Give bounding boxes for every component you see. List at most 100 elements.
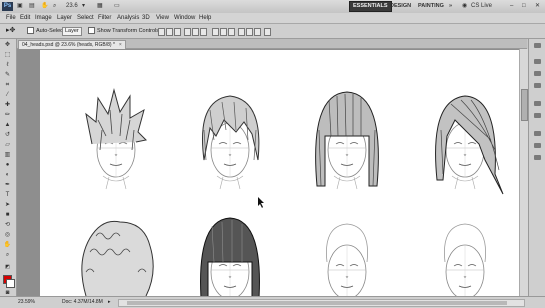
transform-controls-checkbox[interactable] [88, 27, 95, 35]
close-document-icon[interactable]: × [119, 42, 122, 48]
view-extras-icon[interactable]: ▾ [82, 2, 85, 11]
menu-analysis[interactable]: Analysis [117, 14, 139, 22]
sketch-dark-bangs-hair [200, 217, 260, 296]
auto-select-dropdown[interactable]: Layer [62, 27, 82, 36]
channels-panel-icon[interactable] [534, 143, 541, 148]
align-left-icon[interactable] [184, 28, 191, 36]
path-select-icon[interactable]: ➤ [3, 202, 12, 208]
3d-rotate-icon[interactable]: ⟲ [3, 222, 12, 228]
paths-panel-icon[interactable] [534, 155, 541, 160]
more-workspaces-button[interactable]: » [446, 2, 455, 11]
layers-panel-icon[interactable] [534, 131, 541, 136]
auto-select-checkbox[interactable] [27, 27, 34, 35]
horizontal-scroll-thumb[interactable] [127, 301, 507, 305]
panel-dock [528, 39, 545, 296]
gradient-icon[interactable]: ▥ [3, 152, 12, 158]
brush-icon[interactable]: ✏ [3, 112, 12, 118]
move-tool-preset-icon[interactable]: ▸✥ [6, 27, 15, 35]
distribute-top-icon[interactable] [212, 28, 219, 36]
menu-bar: File Edit Image Layer Select Filter Anal… [0, 13, 545, 24]
healing-icon[interactable]: ✚ [3, 102, 12, 108]
align-bottom-icon[interactable] [174, 28, 181, 36]
menu-window[interactable]: Window [174, 14, 195, 22]
swatches-panel-icon[interactable] [534, 71, 541, 76]
document-tab-bar: 04_heads.psd @ 23.6% (heads, RGB/8) * × [17, 39, 527, 49]
arrange-documents-icon[interactable]: ▦ [97, 2, 103, 11]
lasso-icon[interactable]: ℓ [3, 62, 12, 68]
adjustments-panel-icon[interactable] [534, 101, 541, 106]
maximize-icon[interactable]: □ [522, 2, 526, 11]
align-top-icon[interactable] [158, 28, 165, 36]
history-brush-icon[interactable]: ↺ [3, 132, 12, 138]
move-icon[interactable]: ✥ [3, 42, 12, 48]
screen-mode-icon[interactable]: ▭ [114, 2, 120, 11]
background-color-swatch[interactable] [6, 279, 15, 288]
transform-controls-option[interactable]: Show Transform Controls [88, 27, 159, 35]
type-icon[interactable]: T [3, 192, 12, 198]
close-icon[interactable]: ✕ [535, 2, 540, 11]
masks-panel-icon[interactable] [534, 113, 541, 118]
blur-icon[interactable]: ● [3, 162, 12, 168]
align-right-icon[interactable] [200, 28, 207, 36]
cs-live-button[interactable]: CS Live [471, 2, 492, 11]
application-bar: Ps ▣ ▤ ✋ ⌕ 23.6 ▾ ▦ ▭ ESSENTIALS DESIGN … [0, 0, 545, 14]
sketch-guide-head-1 [326, 223, 368, 296]
auto-select-option[interactable]: Auto-Select: [27, 27, 66, 35]
distribute-left-icon[interactable] [238, 28, 245, 36]
menu-help[interactable]: Help [199, 14, 211, 22]
panel-collapse-icon[interactable] [534, 43, 541, 48]
menu-image[interactable]: Image [35, 14, 52, 22]
distribute-vcenter-icon[interactable] [220, 28, 227, 36]
eraser-icon[interactable]: ▱ [3, 142, 12, 148]
crop-icon[interactable]: ⌗ [3, 82, 12, 88]
menu-file[interactable]: File [6, 14, 16, 22]
menu-layer[interactable]: Layer [57, 14, 72, 22]
document-tab[interactable]: 04_heads.psd @ 23.6% (heads, RGB/8) * × [18, 40, 126, 49]
workspace-design-button[interactable]: DESIGN [387, 2, 414, 11]
align-hcenter-icon[interactable] [192, 28, 199, 36]
zoom-level[interactable]: 23.6 [66, 2, 78, 11]
status-menu-icon[interactable]: ▸ [108, 298, 111, 307]
default-colors-icon[interactable]: ◩ [3, 264, 12, 270]
zoom-percentage[interactable]: 23.59% [18, 298, 35, 307]
marquee-icon[interactable]: ⬚ [3, 52, 12, 58]
document-canvas[interactable] [40, 50, 519, 296]
hand-tool-icon[interactable]: ✋ [41, 2, 48, 11]
quick-select-icon[interactable]: ✎ [3, 72, 12, 78]
3d-orbit-icon[interactable]: ◎ [3, 232, 12, 238]
distribute-right-icon[interactable] [254, 28, 261, 36]
bridge-icon[interactable]: ▣ [17, 2, 23, 11]
options-bar: ▸✥ Auto-Select: Layer Show Transform Con… [0, 24, 545, 39]
menu-edit[interactable]: Edit [20, 14, 30, 22]
horizontal-scrollbar[interactable] [118, 299, 525, 307]
menu-filter[interactable]: Filter [98, 14, 111, 22]
align-vcenter-icon[interactable] [166, 28, 173, 36]
workspace-painting-button[interactable]: PAINTING [415, 2, 447, 11]
zoom-icon[interactable]: ⌕ [3, 252, 12, 258]
sketch-guide-head-2 [444, 223, 486, 296]
menu-select[interactable]: Select [77, 14, 94, 22]
sketch-sideswept-hair [435, 95, 504, 195]
shape-icon[interactable]: ■ [3, 212, 12, 218]
canvas-area[interactable] [17, 49, 519, 296]
minimize-icon[interactable]: – [510, 2, 513, 11]
pen-icon[interactable]: ✒ [3, 182, 12, 188]
eyedropper-icon[interactable]: ⁄ [3, 92, 12, 98]
distribute-hcenter-icon[interactable] [246, 28, 253, 36]
vertical-scrollbar[interactable] [519, 49, 528, 296]
hand-icon[interactable]: ✋ [3, 242, 12, 248]
menu-view[interactable]: View [156, 14, 169, 22]
styles-panel-icon[interactable] [534, 83, 541, 88]
workspace-essentials-button[interactable]: ESSENTIALS [349, 1, 392, 12]
color-panel-icon[interactable] [534, 59, 541, 64]
dodge-icon[interactable]: ◐ [3, 172, 12, 178]
menu-3d[interactable]: 3D [142, 14, 150, 22]
zoom-tool-icon[interactable]: ⌕ [53, 2, 56, 11]
stamp-icon[interactable]: ▲ [3, 122, 12, 128]
mini-bridge-icon[interactable]: ▤ [29, 2, 35, 11]
vertical-scroll-thumb[interactable] [521, 89, 528, 121]
auto-align-icon[interactable] [264, 28, 271, 36]
document-size: Doc: 4.37M/14.8M [62, 299, 103, 305]
sketch-shaggy-hair [201, 95, 260, 190]
distribute-bottom-icon[interactable] [228, 28, 235, 36]
